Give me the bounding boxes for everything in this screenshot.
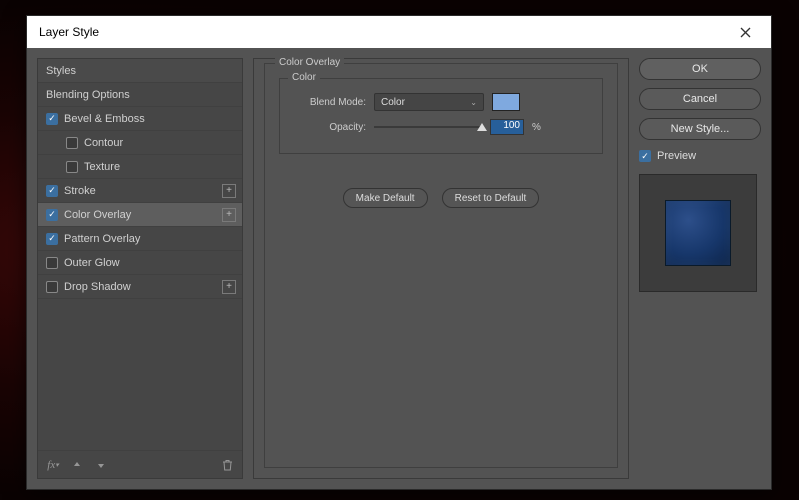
fx-icon[interactable]: fx▾: [46, 458, 60, 472]
make-default-button[interactable]: Make Default: [343, 188, 428, 208]
style-checkbox[interactable]: [66, 137, 78, 149]
preview-box: [639, 174, 757, 292]
reset-default-button[interactable]: Reset to Default: [442, 188, 540, 208]
style-item-label: Pattern Overlay: [64, 233, 140, 245]
close-icon: [740, 27, 751, 38]
style-item-label: Color Overlay: [64, 209, 131, 221]
preview-toggle[interactable]: Preview: [639, 150, 761, 162]
blend-mode-row: Blend Mode: Color ⌄: [290, 93, 592, 111]
preview-checkbox[interactable]: [639, 150, 651, 162]
move-up-icon[interactable]: [70, 458, 84, 472]
new-style-button[interactable]: New Style...: [639, 118, 761, 140]
group-title: Color Overlay: [275, 57, 344, 68]
opacity-label: Opacity:: [290, 122, 366, 133]
cancel-button[interactable]: Cancel: [639, 88, 761, 110]
color-overlay-group: Color Overlay Color Blend Mode: Color ⌄ …: [264, 63, 618, 468]
sidebar-footer: fx▾: [38, 450, 242, 478]
layer-style-dialog: Layer Style Styles Blending Options Bevel …: [26, 15, 772, 490]
move-down-icon[interactable]: [94, 458, 108, 472]
dialog-title: Layer Style: [35, 25, 727, 39]
style-item[interactable]: Bevel & Emboss: [38, 107, 242, 131]
style-checkbox[interactable]: [46, 281, 58, 293]
opacity-row: Opacity: 100 %: [290, 119, 592, 135]
trash-icon[interactable]: [220, 458, 234, 472]
slider-thumb[interactable]: [477, 123, 487, 131]
default-buttons: Make Default Reset to Default: [265, 188, 617, 208]
style-item[interactable]: Drop Shadow +: [38, 275, 242, 299]
blend-mode-value: Color: [381, 97, 405, 108]
style-item[interactable]: Stroke +: [38, 179, 242, 203]
dialog-body: Styles Blending Options Bevel & Emboss Cont…: [27, 48, 771, 489]
color-swatch[interactable]: [492, 93, 520, 111]
blend-mode-select[interactable]: Color ⌄: [374, 93, 484, 111]
style-item-label: Texture: [84, 161, 120, 173]
style-item[interactable]: Outer Glow: [38, 251, 242, 275]
style-item[interactable]: Pattern Overlay: [38, 227, 242, 251]
effect-panel: Color Overlay Color Blend Mode: Color ⌄ …: [253, 58, 629, 479]
style-item[interactable]: Texture: [38, 155, 242, 179]
preview-label: Preview: [657, 150, 696, 162]
add-effect-icon[interactable]: +: [222, 208, 236, 222]
style-item[interactable]: Blending Options: [38, 83, 242, 107]
style-item-label: Styles: [46, 65, 76, 77]
style-item-label: Bevel & Emboss: [64, 113, 145, 125]
style-item[interactable]: Styles: [38, 59, 242, 83]
add-effect-icon[interactable]: +: [222, 280, 236, 294]
style-item-label: Outer Glow: [64, 257, 120, 269]
styles-list: Styles Blending Options Bevel & Emboss Cont…: [38, 59, 242, 450]
style-checkbox[interactable]: [46, 185, 58, 197]
close-button[interactable]: [727, 16, 763, 48]
style-checkbox[interactable]: [46, 209, 58, 221]
style-checkbox[interactable]: [46, 257, 58, 269]
opacity-unit: %: [532, 122, 541, 133]
style-item-label: Stroke: [64, 185, 96, 197]
styles-sidebar: Styles Blending Options Bevel & Emboss Cont…: [37, 58, 243, 479]
style-checkbox[interactable]: [46, 233, 58, 245]
opacity-field[interactable]: 100: [490, 119, 524, 135]
preview-thumbnail: [665, 200, 731, 266]
style-item-label: Blending Options: [46, 89, 130, 101]
add-effect-icon[interactable]: +: [222, 184, 236, 198]
style-checkbox[interactable]: [66, 161, 78, 173]
style-item-label: Contour: [84, 137, 123, 149]
color-section-title: Color: [288, 72, 320, 83]
style-item[interactable]: Contour: [38, 131, 242, 155]
titlebar: Layer Style: [27, 16, 771, 48]
chevron-down-icon: ⌄: [470, 98, 477, 107]
style-item-label: Drop Shadow: [64, 281, 131, 293]
color-section: Color Blend Mode: Color ⌄ Opacity:: [279, 78, 603, 154]
style-item[interactable]: Color Overlay +: [38, 203, 242, 227]
blend-mode-label: Blend Mode:: [290, 97, 366, 108]
ok-button[interactable]: OK: [639, 58, 761, 80]
style-checkbox[interactable]: [46, 113, 58, 125]
right-column: OK Cancel New Style... Preview: [639, 58, 761, 479]
opacity-slider[interactable]: [374, 120, 482, 134]
